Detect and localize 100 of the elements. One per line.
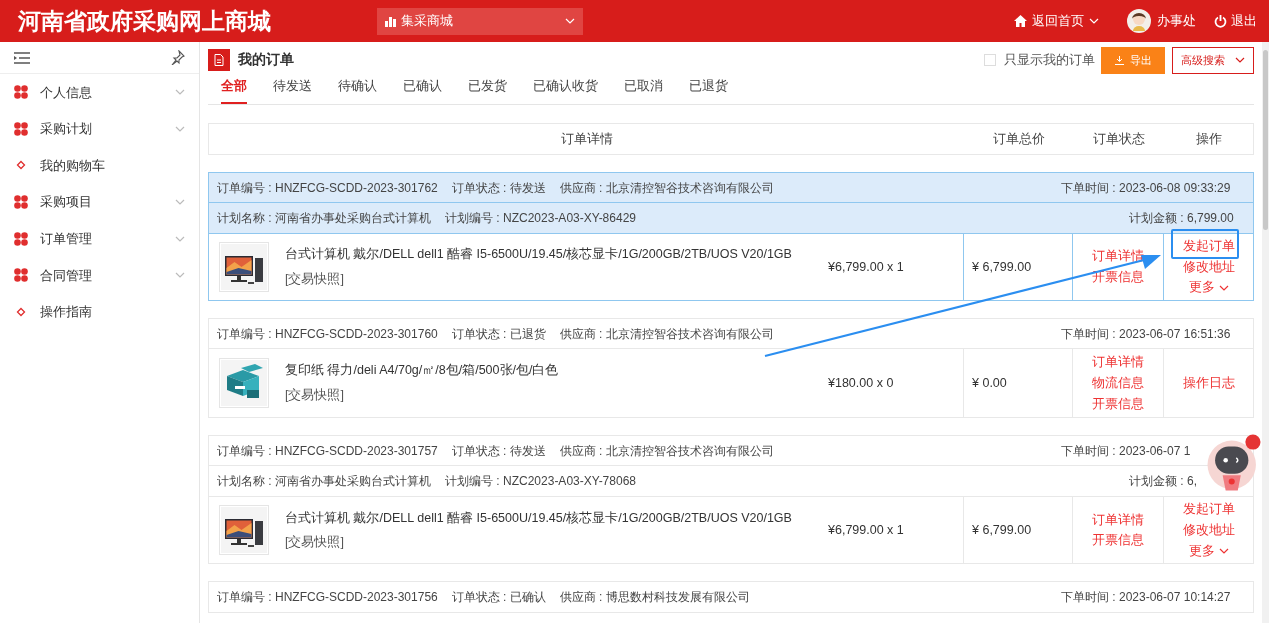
operation-link[interactable]: 发起订单 xyxy=(1182,236,1235,256)
product-thumbnail[interactable] xyxy=(219,505,269,556)
sidebar-item[interactable]: 操作指南 xyxy=(0,293,199,331)
menu-collapse-icon[interactable] xyxy=(14,51,30,64)
advanced-search-button[interactable]: 高级搜索 xyxy=(1172,46,1254,74)
snapshot-link[interactable]: [交易快照] xyxy=(285,386,559,405)
status-tab[interactable]: 待确认 xyxy=(338,77,377,104)
operation-link[interactable]: 修改地址 xyxy=(1182,257,1235,277)
status-tab[interactable]: 已确认收货 xyxy=(533,77,598,104)
supplier-name: 供应商 : 北京清控智谷技术咨询有限公司 xyxy=(559,325,774,343)
action-link[interactable]: 开票信息 xyxy=(1092,394,1144,414)
action-link[interactable]: 订单详情 xyxy=(1092,353,1144,372)
unit-price: ¥180.00 x 0 xyxy=(828,374,894,392)
user-menu[interactable]: 办事处 xyxy=(1127,9,1196,33)
logout-button[interactable]: 退出 xyxy=(1214,11,1257,31)
unit-price: ¥6,799.00 x 1 xyxy=(828,258,904,276)
home-icon xyxy=(1014,15,1027,27)
order-time: 下单时间 : 2023-06-07 1 xyxy=(1061,442,1191,460)
product-thumbnail[interactable] xyxy=(219,242,269,292)
chevron-down-icon xyxy=(565,18,575,24)
order-status: 订单状态 : 待发送 xyxy=(451,179,546,197)
sidebar-item[interactable]: 合同管理 xyxy=(0,256,199,294)
chevron-down-icon xyxy=(1089,18,1099,24)
scrollbar[interactable] xyxy=(1262,42,1269,623)
home-link[interactable]: 返回首页 xyxy=(1014,11,1099,31)
order-status: 订单状态 : 已退货 xyxy=(451,325,546,343)
more-dropdown[interactable]: 更多 xyxy=(1188,541,1229,561)
mall-select[interactable]: 集采商城 xyxy=(377,7,583,35)
plan-code: 计划编号 : NZC2023-A03-XY-78068 xyxy=(445,473,636,491)
order-status: 订单状态 : 已确认 xyxy=(451,589,546,607)
order-time: 下单时间 : 2023-06-07 10:14:27 xyxy=(1061,589,1231,607)
sidebar-item[interactable]: 我的购物车 xyxy=(0,147,199,184)
order-status: 订单状态 : 待发送 xyxy=(451,442,546,460)
pin-icon[interactable] xyxy=(170,50,185,65)
bar-chart-icon xyxy=(385,15,397,27)
status-tab[interactable]: 待发送 xyxy=(273,77,312,104)
sidebar-item[interactable]: 采购计划 xyxy=(0,110,199,148)
chevron-down-icon xyxy=(1218,548,1229,554)
status-tab[interactable]: 已取消 xyxy=(624,77,663,104)
status-tab[interactable]: 已退货 xyxy=(689,77,728,104)
order-time: 下单时间 : 2023-06-08 09:33:29 xyxy=(1061,179,1231,197)
order-total: ¥ 6,799.00 xyxy=(972,521,1032,539)
action-link[interactable]: 物流信息 xyxy=(1092,373,1144,393)
column-header: 订单详情 xyxy=(559,130,614,148)
chevron-down-icon xyxy=(175,125,185,132)
order-number: 订单编号 : HNZFCG-SCDD-2023-301762 xyxy=(217,179,438,197)
order-total: ¥ 0.00 xyxy=(972,374,1007,392)
snapshot-link[interactable]: [交易快照] xyxy=(285,270,792,289)
plan-amount: 计划金额 : 6, xyxy=(1129,473,1197,491)
site-title: 河南省政府采购网上商城 xyxy=(18,5,271,36)
product-name[interactable]: 台式计算机 戴尔/DELL dell1 酷睿 I5-6500U/19.45/核芯显卡/1G/200GB/2TB/UOS V20/1GB xyxy=(285,245,792,264)
snapshot-link[interactable]: [交易快照] xyxy=(285,533,792,552)
plan-name: 计划名称 : 河南省办事处采购台式计算机 xyxy=(217,473,431,491)
flower-icon xyxy=(14,231,28,246)
operation-link[interactable]: 修改地址 xyxy=(1182,520,1235,540)
supplier-name: 供应商 : 北京清控智谷技术咨询有限公司 xyxy=(559,179,774,197)
product-name[interactable]: 台式计算机 戴尔/DELL dell1 酷睿 I5-6500U/19.45/核芯显卡/1G/200GB/2TB/UOS V20/1GB xyxy=(285,508,792,528)
chevron-down-icon xyxy=(175,272,185,279)
flower-icon xyxy=(14,85,28,100)
product-name[interactable]: 复印纸 得力/deli A4/70g/㎡/8包/箱/500张/包/白色 xyxy=(285,361,559,381)
order-number: 订单编号 : HNZFCG-SCDD-2023-301756 xyxy=(217,589,438,607)
highlight-frame xyxy=(1171,229,1239,259)
plan-amount: 计划金额 : 6,799.00 xyxy=(1129,210,1234,227)
operation-link[interactable]: 操作日志 xyxy=(1182,373,1235,393)
order-total: ¥ 6,799.00 xyxy=(972,258,1032,276)
unit-price: ¥6,799.00 x 1 xyxy=(828,521,904,539)
sidebar-item[interactable]: 个人信息 xyxy=(0,74,199,111)
sidebar-item[interactable]: 订单管理 xyxy=(0,220,199,257)
action-link[interactable]: 订单详情 xyxy=(1092,510,1144,530)
column-header: 操作 xyxy=(1194,130,1223,148)
document-icon xyxy=(208,49,230,71)
page-title: 我的订单 xyxy=(238,50,294,69)
status-tab[interactable]: 已确认 xyxy=(403,77,442,104)
action-link[interactable]: 开票信息 xyxy=(1092,531,1144,550)
supplier-name: 供应商 : 北京清控智谷技术咨询有限公司 xyxy=(559,442,774,460)
order-number: 订单编号 : HNZFCG-SCDD-2023-301760 xyxy=(217,325,438,343)
product-thumbnail[interactable] xyxy=(219,358,269,409)
action-link[interactable]: 订单详情 xyxy=(1092,247,1144,266)
mall-select-value: 集采商城 xyxy=(401,12,453,31)
flower-icon xyxy=(14,195,28,210)
power-icon xyxy=(1214,14,1227,28)
plan-code: 计划编号 : NZC2023-A03-XY-86429 xyxy=(445,210,636,227)
column-header: 订单状态 xyxy=(1091,130,1146,148)
column-header: 订单总价 xyxy=(991,130,1046,148)
status-tab[interactable]: 全部 xyxy=(221,77,247,104)
status-tab[interactable]: 已发货 xyxy=(468,77,507,104)
chevron-down-icon xyxy=(175,199,185,206)
supplier-name: 供应商 : 博思数村科技发展有限公司 xyxy=(559,589,750,607)
operation-link[interactable]: 发起订单 xyxy=(1182,500,1235,519)
chevron-down-icon xyxy=(175,89,185,96)
chevron-down-icon xyxy=(1218,284,1229,291)
chevron-down-icon xyxy=(1235,57,1245,63)
flower-icon xyxy=(14,268,28,283)
chevron-down-icon xyxy=(175,235,185,242)
more-dropdown[interactable]: 更多 xyxy=(1188,278,1229,298)
flower-icon xyxy=(14,121,28,136)
order-time: 下单时间 : 2023-06-07 16:51:36 xyxy=(1061,325,1231,343)
sidebar-item[interactable]: 采购项目 xyxy=(0,183,199,221)
only-mine-checkbox[interactable]: 只显示我的订单 xyxy=(984,50,1095,70)
order-number: 订单编号 : HNZFCG-SCDD-2023-301757 xyxy=(217,442,438,460)
